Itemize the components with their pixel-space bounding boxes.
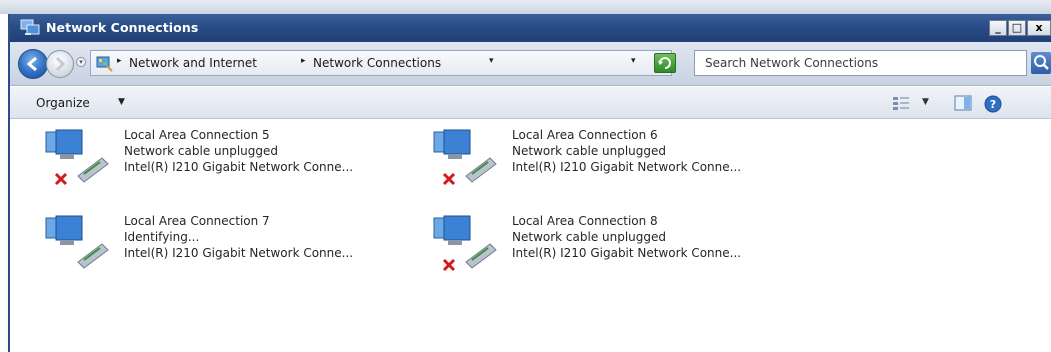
chevron-down-icon[interactable]: ▼ — [118, 97, 125, 107]
svg-text:?: ? — [990, 98, 996, 111]
breadcrumb-separator[interactable]: ▸ — [117, 56, 122, 66]
connection-name: Local Area Connection 8 — [512, 214, 658, 228]
connection-name: Local Area Connection 5 — [124, 128, 270, 142]
desktop-background — [0, 0, 1051, 14]
connection-status: Network cable unplugged — [124, 144, 279, 158]
back-arrow-icon — [26, 56, 37, 72]
network-connections-icon — [20, 19, 40, 35]
search-button[interactable] — [1031, 52, 1051, 74]
organize-button[interactable]: Organize — [36, 96, 90, 110]
search-icon — [1034, 55, 1049, 70]
connection-status: Network cable unplugged — [512, 144, 667, 158]
address-history-dropdown[interactable]: ▾ — [631, 56, 636, 66]
breadcrumb-separator[interactable]: ▾ — [489, 56, 494, 66]
close-button[interactable]: x — [1027, 20, 1051, 36]
refresh-button[interactable] — [654, 53, 676, 73]
window-title: Network Connections — [46, 20, 199, 35]
address-bar: ▾ ▸ Network and Internet ▸ Network Conne… — [10, 42, 1051, 86]
connection-adapter: Intel(R) I210 Gigabit Network Conne... — [124, 246, 354, 260]
recent-pages-dropdown[interactable]: ▾ — [76, 57, 86, 67]
minimize-button[interactable]: _ — [989, 20, 1007, 36]
help-icon[interactable]: ? — [984, 95, 1002, 113]
breadcrumb-separator[interactable]: ▸ — [301, 56, 306, 66]
red-x-icon — [442, 172, 456, 186]
maximize-button[interactable]: □ — [1008, 20, 1026, 36]
refresh-icon — [658, 57, 671, 69]
forward-arrow-icon — [55, 56, 66, 72]
connection-adapter: Intel(R) I210 Gigabit Network Conne... — [512, 160, 742, 174]
control-panel-icon — [96, 56, 113, 72]
connection-status: Network cable unplugged — [512, 230, 667, 244]
command-bar: Organize ▼ ▼ ? — [10, 87, 1051, 119]
search-placeholder: Search Network Connections — [705, 56, 879, 70]
title-bar[interactable]: Network Connections _ □ x — [10, 14, 1051, 42]
red-x-icon — [442, 258, 456, 272]
connection-adapter: Intel(R) I210 Gigabit Network Conne... — [124, 160, 354, 174]
forward-button[interactable] — [46, 50, 74, 78]
network-adapter-icon — [45, 215, 109, 269]
connection-item[interactable]: Local Area Connection 5 Network cable un… — [44, 128, 414, 208]
breadcrumb-network-connections[interactable]: Network Connections — [313, 56, 441, 70]
connections-list: Local Area Connection 5 Network cable un… — [10, 120, 1051, 352]
connection-status: Identifying... — [124, 230, 200, 244]
connection-name: Local Area Connection 6 — [512, 128, 658, 142]
connection-adapter: Intel(R) I210 Gigabit Network Conne... — [512, 246, 742, 260]
preview-pane-icon[interactable] — [954, 95, 972, 111]
explorer-window: Network Connections _ □ x ▾ ▸ Network an — [8, 14, 1051, 352]
search-input[interactable]: Search Network Connections — [694, 50, 1027, 76]
breadcrumb[interactable]: ▸ Network and Internet ▸ Network Connect… — [90, 50, 672, 76]
connection-item[interactable]: Local Area Connection 6 Network cable un… — [432, 128, 802, 208]
connection-item[interactable]: Local Area Connection 7 Identifying... I… — [44, 214, 414, 294]
back-button[interactable] — [18, 49, 48, 79]
connection-item[interactable]: Local Area Connection 8 Network cable un… — [432, 214, 802, 294]
breadcrumb-network-and-internet[interactable]: Network and Internet — [129, 56, 257, 70]
views-icon[interactable] — [892, 95, 910, 111]
connection-name: Local Area Connection 7 — [124, 214, 270, 228]
red-x-icon — [54, 172, 68, 186]
views-dropdown-icon[interactable]: ▼ — [922, 97, 929, 107]
